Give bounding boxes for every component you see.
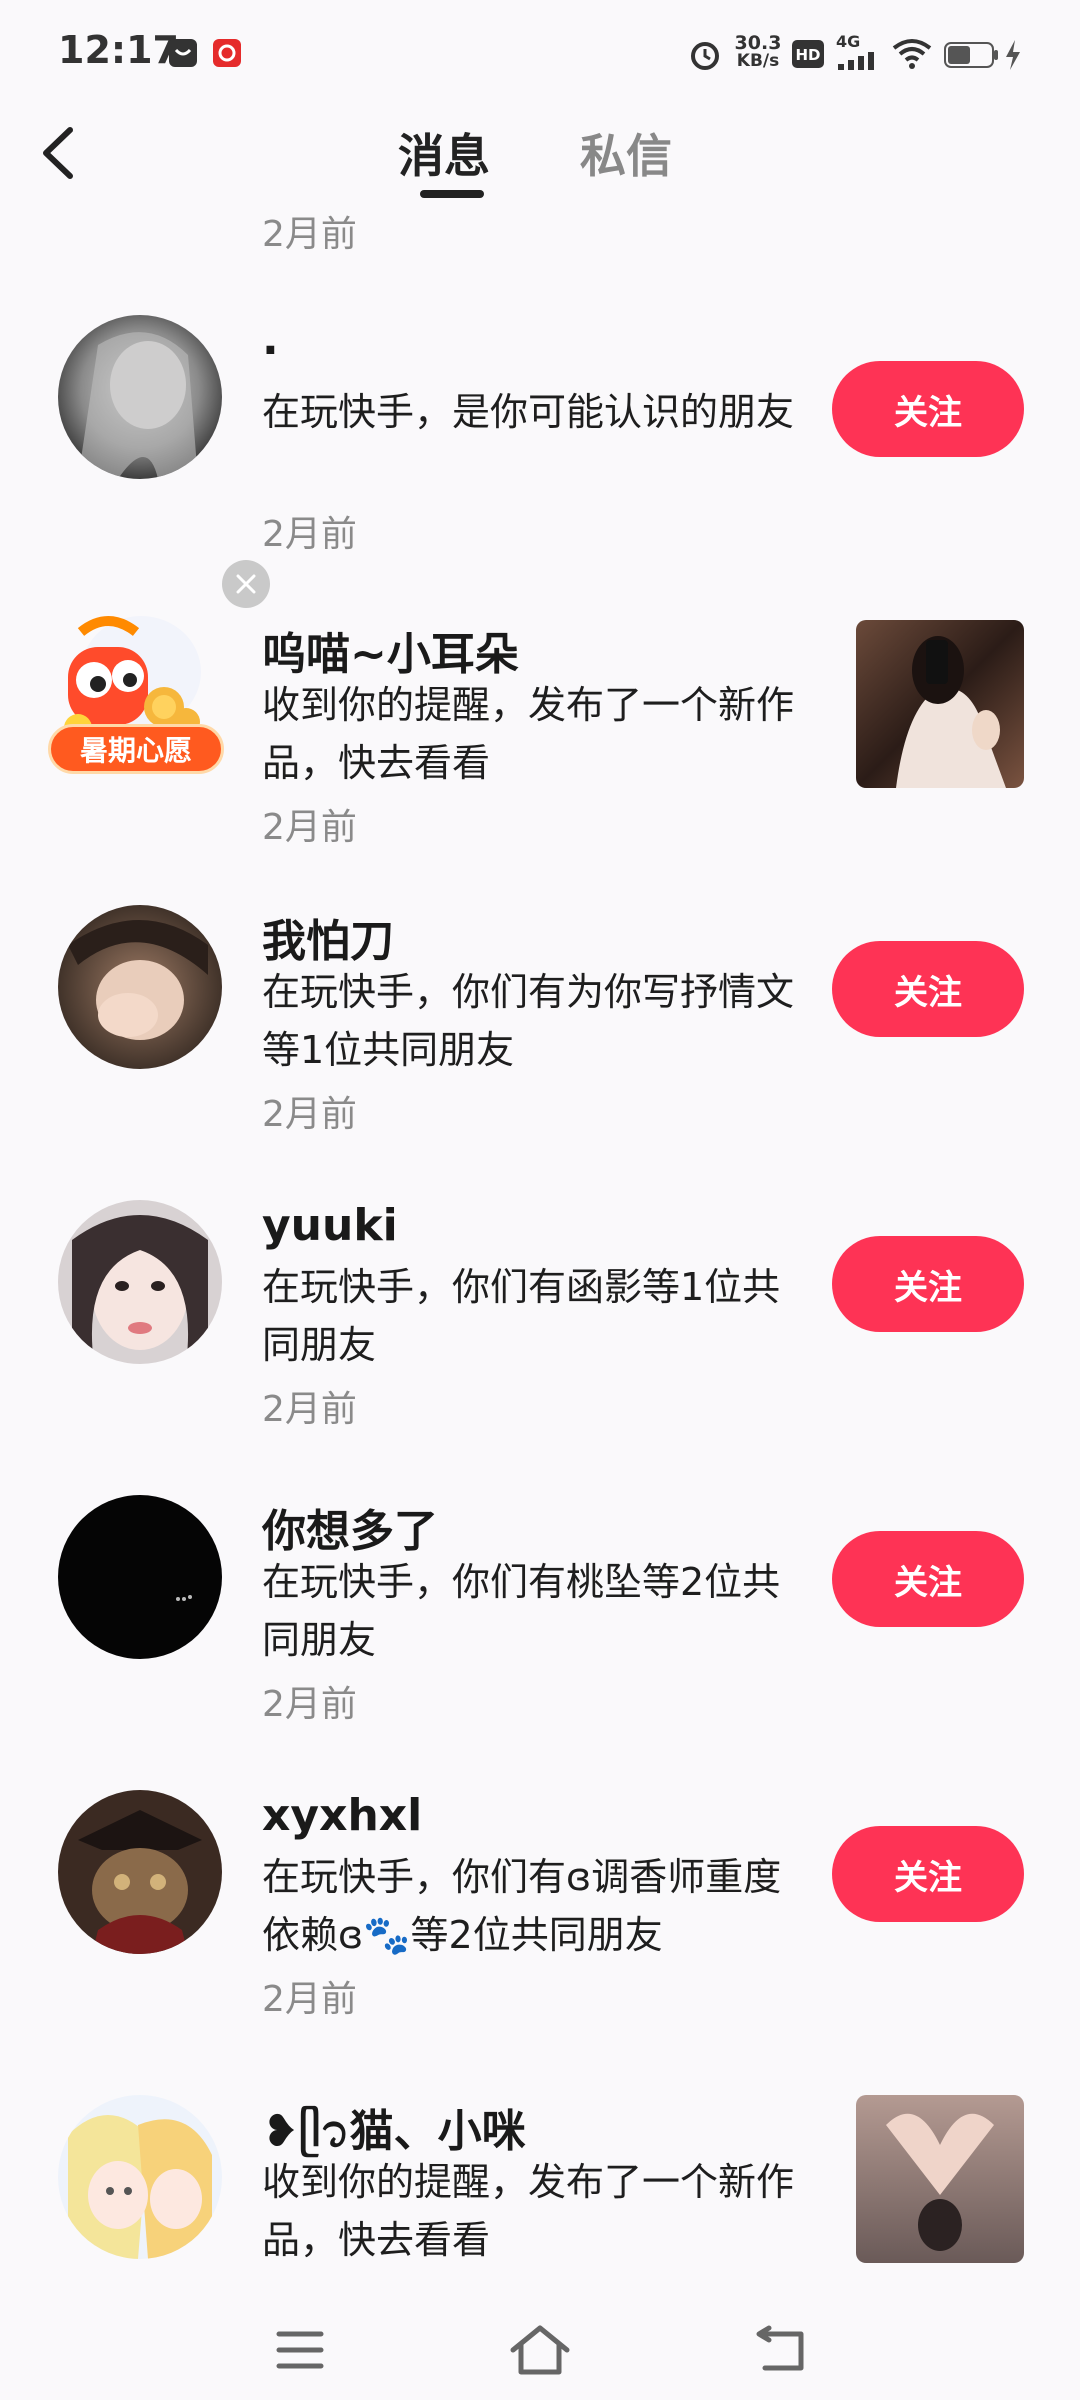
avatar[interactable]: [58, 1200, 222, 1364]
charging-icon: [1006, 40, 1020, 70]
notification-app-icon: [169, 39, 197, 67]
user-name[interactable]: xyxhxl: [262, 1790, 422, 1841]
follow-button[interactable]: 关注: [832, 361, 1024, 457]
back-icon[interactable]: [745, 2320, 815, 2380]
menu-icon[interactable]: [265, 2320, 335, 2380]
avatar[interactable]: [58, 905, 222, 1069]
avatar[interactable]: [58, 1495, 222, 1659]
active-tab-indicator: [420, 190, 484, 198]
network-speed-value: 30.3: [734, 32, 782, 54]
message-text: 在玩快手，你们有ɞ调香师重度依赖ɞ🐾等2位共同朋友: [262, 1855, 782, 1957]
system-nav-bar: [0, 2300, 1080, 2400]
user-name[interactable]: yuuki: [262, 1200, 398, 1251]
message-time: 2月前: [262, 807, 357, 848]
message-text: 在玩快手，你们有为你写抒情文等1位共同朋友: [262, 970, 795, 1072]
follow-button[interactable]: 关注: [832, 1531, 1024, 1627]
message-text: 在玩快手，你们有函影等1位共同朋友: [262, 1265, 781, 1367]
wifi-icon: [892, 39, 932, 69]
user-name[interactable]: 你想多了: [262, 1495, 438, 1559]
close-icon[interactable]: [222, 560, 270, 608]
follow-button[interactable]: 关注: [832, 1236, 1024, 1332]
message-text: 在玩快手，是你可能认识的朋友: [262, 390, 795, 434]
message-text: 在玩快手，你们有桃坠等2位共同朋友: [262, 1560, 781, 1662]
message-text: 收到你的提醒，发布了一个新作品，快去看看: [262, 2160, 795, 2262]
app-notification-icon: [213, 39, 241, 67]
network-speed: 30.3 KB/s: [730, 32, 786, 71]
message-time: 2月前: [262, 1979, 357, 2020]
avatar[interactable]: [58, 315, 222, 479]
user-name[interactable]: 呜喵~小耳朵: [262, 618, 519, 682]
follow-button[interactable]: 关注: [832, 941, 1024, 1037]
tab-messages[interactable]: 消息: [398, 120, 490, 186]
tab-direct-messages[interactable]: 私信: [580, 120, 672, 186]
home-icon[interactable]: [505, 2320, 575, 2380]
user-name[interactable]: 我怕刀: [262, 905, 394, 969]
network-type-label: 4G: [836, 32, 861, 51]
top-nav: 消息 私信: [0, 100, 1080, 210]
avatar[interactable]: [58, 1790, 222, 1954]
message-time: 2月前: [262, 1094, 357, 1135]
signal-4g-icon: 4G: [836, 32, 880, 72]
battery-icon: [944, 42, 998, 68]
previous-item-time: 2月前: [262, 214, 357, 255]
user-name[interactable]: ·: [262, 325, 279, 376]
avatar[interactable]: 暑期心愿: [48, 610, 224, 774]
message-time: 2月前: [262, 514, 357, 555]
avatar[interactable]: [58, 2095, 222, 2259]
back-arrow-icon[interactable]: [30, 118, 90, 188]
promo-badge: 暑期心愿: [48, 724, 224, 774]
hd-label: HD: [795, 46, 820, 64]
post-thumbnail[interactable]: [856, 620, 1024, 788]
status-time: 12:17: [58, 28, 179, 72]
post-thumbnail[interactable]: [856, 2095, 1024, 2263]
network-speed-unit: KB/s: [736, 51, 780, 71]
message-text: 收到你的提醒，发布了一个新作品，快去看看: [262, 683, 795, 785]
follow-button[interactable]: 关注: [832, 1826, 1024, 1922]
status-bar: 12:17 30.3 KB/s HD 4G: [0, 0, 1080, 100]
message-time: 2月前: [262, 1389, 357, 1430]
hd-icon: HD: [792, 40, 824, 68]
message-time: 2月前: [262, 1684, 357, 1725]
alarm-icon: [691, 42, 719, 70]
